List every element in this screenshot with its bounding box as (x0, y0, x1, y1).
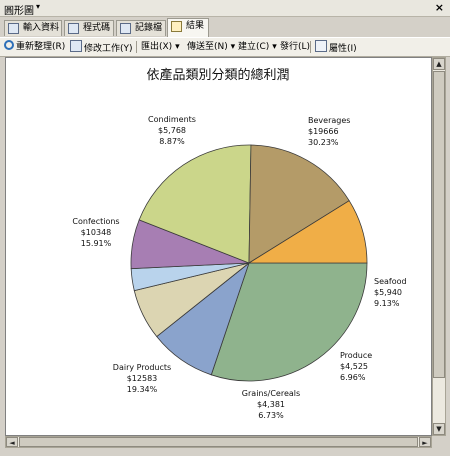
slice-label-percent: 30.23% (308, 138, 339, 147)
slice-label-amount: $4,381 (257, 400, 285, 409)
scroll-up-button[interactable]: ▲ (433, 58, 445, 70)
results-icon (171, 21, 182, 32)
slice-label-name: Produce (340, 351, 372, 360)
table-icon (8, 23, 19, 34)
tab-label: 記錄檔 (135, 23, 163, 33)
tab-label: 程式碼 (83, 23, 111, 33)
vertical-scrollbar[interactable]: ▲ ▼ (432, 57, 446, 436)
chevron-down-icon: ▾ (175, 42, 180, 52)
slice-label-percent: 15.91% (81, 239, 112, 248)
horizontal-scrollbar[interactable]: ◄ ► (5, 436, 432, 448)
toolbar-separator (136, 41, 137, 53)
tab-code[interactable]: 程式碼 (64, 20, 114, 36)
slice-label-amount: $5,940 (374, 288, 402, 297)
log-icon (120, 23, 131, 34)
slice-label-percent: 6.73% (258, 411, 284, 420)
scroll-right-button[interactable]: ► (419, 437, 431, 447)
window-title: 圓形圖 (4, 6, 34, 17)
chevron-down-icon: ▾ (230, 42, 236, 52)
create-label: 建立(C) (238, 42, 270, 52)
create-button[interactable]: 建立(C) ▾ (238, 40, 277, 54)
toolbar-separator (310, 41, 311, 53)
refresh-label: 重新整理(R) (16, 42, 66, 52)
chart-title: 依產品類別分類的總利潤 (146, 67, 289, 83)
scroll-down-button[interactable]: ▼ (433, 423, 445, 435)
scroll-left-button[interactable]: ◄ (6, 437, 18, 447)
modify-task-button[interactable]: 修改工作(Y) (70, 40, 133, 54)
slice-label-percent: 8.87% (159, 137, 185, 146)
slice-label-amount: $10348 (81, 228, 112, 237)
slice-label-amount: $5,768 (158, 126, 186, 135)
export-label: 匯出(X) (141, 42, 173, 52)
tab-strip: 輸入資料 程式碼 記錄檔 結果 (0, 17, 450, 37)
vertical-scroll-thumb[interactable] (433, 71, 445, 378)
slice-label-name: Beverages (308, 116, 350, 125)
properties-button[interactable]: 屬性(I) (315, 40, 357, 54)
tab-results[interactable]: 結果 (167, 18, 209, 37)
results-toolbar: 重新整理(R) 修改工作(Y) 匯出(X) ▾ 傳送至(N) ▾ 建立(C) ▾… (0, 37, 450, 57)
export-button[interactable]: 匯出(X) ▾ (141, 40, 180, 54)
properties-icon (315, 40, 327, 52)
modify-task-icon (70, 40, 82, 52)
properties-label: 屬性(I) (329, 44, 357, 54)
slice-label-percent: 19.34% (127, 385, 158, 394)
tab-label: 結果 (186, 21, 205, 31)
tab-log[interactable]: 記錄檔 (116, 20, 166, 36)
horizontal-scroll-thumb[interactable] (19, 437, 418, 447)
code-icon (68, 23, 79, 34)
publish-button[interactable]: 發行(L) (280, 40, 310, 54)
slice-label-name: Grains/Cereals (242, 389, 300, 398)
slice-label-amount: $12583 (127, 374, 158, 383)
send-to-button[interactable]: 傳送至(N) ▾ (187, 40, 235, 54)
chevron-down-icon: ▾ (272, 42, 277, 52)
results-viewer: 依產品類別分類的總利潤 Beverages $19666 30.23% Seafood… (5, 57, 432, 436)
pie-chart: 依產品類別分類的總利潤 Beverages $19666 30.23% Seafood… (72, 67, 407, 420)
slice-label-name: Seafood (374, 277, 407, 286)
scrollbar-corner (432, 436, 446, 448)
refresh-icon (4, 40, 14, 50)
slice-label-amount: $19666 (308, 127, 339, 136)
tab-label: 輸入資料 (23, 23, 60, 33)
slice-label-name: Dairy Products (113, 363, 171, 372)
slice-label-percent: 9.13% (374, 299, 400, 308)
window-menu-icon[interactable]: ▾ (36, 2, 40, 11)
refresh-button[interactable]: 重新整理(R) (4, 40, 65, 54)
close-icon[interactable]: × (435, 1, 444, 14)
window-titlebar: 圓形圖 ▾ × (0, 0, 450, 17)
modify-task-label: 修改工作(Y) (84, 44, 133, 54)
slice-label-name: Condiments (148, 115, 196, 124)
slice-label-percent: 6.96% (340, 373, 366, 382)
tab-input-data[interactable]: 輸入資料 (4, 20, 62, 36)
publish-label: 發行(L) (280, 42, 311, 52)
slice-label-amount: $4,525 (340, 362, 368, 371)
send-to-label: 傳送至(N) (187, 42, 228, 52)
slice-label-name: Confections (72, 217, 119, 226)
